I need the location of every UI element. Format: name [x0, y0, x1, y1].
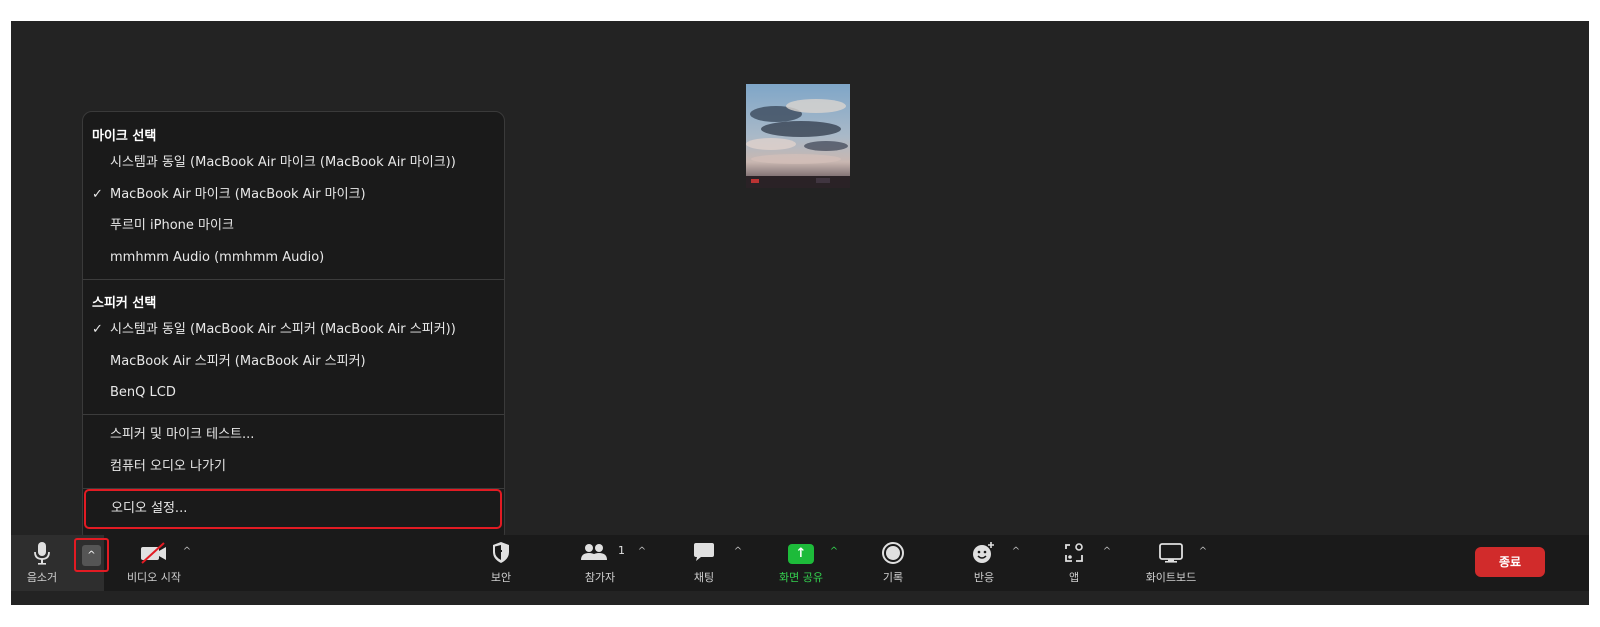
audio-settings-item[interactable]: 오디오 설정... — [84, 489, 502, 529]
menu-item-label: 컴퓨터 오디오 나가기 — [110, 459, 226, 474]
menu-item-label: 푸르미 iPhone 마이크 — [110, 218, 234, 233]
participants-options-caret[interactable]: ^ — [634, 545, 650, 559]
menu-item-label: 시스템과 동일 (MacBook Air 마이크 (MacBook Air 마이… — [110, 155, 456, 170]
menu-item-label: MacBook Air 마이크 (MacBook Air 마이크) — [110, 187, 366, 202]
reactions-label: 반응 — [973, 571, 995, 584]
end-meeting-button[interactable]: 종료 — [1475, 547, 1545, 577]
apps-options-caret[interactable]: ^ — [1099, 545, 1115, 559]
menu-item-label: 스피커 및 마이크 테스트... — [110, 427, 255, 442]
participant-video-thumbnail[interactable] — [746, 84, 850, 188]
apps-button[interactable]: 앱 — [1054, 535, 1094, 591]
start-video-button[interactable]: 비디오 시작 — [116, 535, 196, 591]
menu-item-label: 시스템과 동일 (MacBook Air 스피커 (MacBook Air 스피… — [110, 322, 456, 337]
menu-item-label: MacBook Air 스피커 (MacBook Air 스피커) — [110, 354, 366, 369]
speaker-select-header: 스피커 선택 — [92, 296, 157, 311]
share-screen-icon: ↑ — [788, 544, 814, 568]
participants-label: 참가자 — [584, 571, 616, 584]
mic-option-mmhmm[interactable]: mmhmm Audio (mmhmm Audio) — [83, 244, 504, 272]
mic-option-iphone[interactable]: 푸르미 iPhone 마이크 — [83, 212, 504, 240]
share-options-caret[interactable]: ^ — [826, 545, 842, 559]
whiteboard-icon — [1158, 541, 1184, 565]
mute-label: 음소거 — [26, 571, 58, 584]
apps-icon — [1062, 541, 1086, 565]
video-options-caret[interactable]: ^ — [179, 545, 195, 559]
mic-option-macbook-air[interactable]: ✓ MacBook Air 마이크 (MacBook Air 마이크) — [83, 181, 504, 209]
participants-icon — [580, 541, 620, 565]
video-label: 비디오 시작 — [126, 571, 182, 584]
reactions-options-caret[interactable]: ^ — [1008, 545, 1024, 559]
whiteboard-button[interactable]: 화이트보드 — [1136, 535, 1206, 591]
speaker-option-benq[interactable]: BenQ LCD — [83, 379, 504, 407]
whiteboard-options-caret[interactable]: ^ — [1195, 545, 1211, 559]
chat-button[interactable]: 채팅 — [684, 535, 724, 591]
menu-divider — [83, 279, 504, 280]
share-label: 화면 공유 — [779, 571, 823, 584]
record-icon — [881, 541, 905, 565]
share-screen-button[interactable]: ↑ 화면 공유 — [771, 535, 831, 591]
chat-options-caret[interactable]: ^ — [730, 545, 746, 559]
record-label: 기록 — [882, 571, 904, 584]
chat-icon — [692, 541, 716, 565]
menu-item-label: mmhmm Audio (mmhmm Audio) — [110, 250, 325, 265]
chevron-up-icon: ^ — [82, 545, 101, 566]
menu-item-label: 오디오 설정... — [111, 501, 188, 516]
meeting-toolbar: 음소거 ^ 비디오 시작 ^ 보안 1 참가자 ^ 채팅 ^ ↑ 화면 공유 ^… — [11, 535, 1589, 591]
menu-divider — [83, 414, 504, 415]
security-button[interactable]: 보안 — [481, 535, 521, 591]
participants-button[interactable]: 1 참가자 — [571, 535, 629, 591]
zoom-meeting-window: 마이크 선택 시스템과 동일 (MacBook Air 마이크 (MacBook… — [11, 21, 1589, 605]
whiteboard-label: 화이트보드 — [1145, 571, 1197, 584]
microphone-icon — [32, 541, 52, 565]
record-button[interactable]: 기록 — [873, 535, 913, 591]
share-arrow-glyph: ↑ — [788, 544, 814, 564]
checkmark-icon: ✓ — [92, 322, 103, 337]
mic-select-header: 마이크 선택 — [92, 129, 157, 144]
menu-item-label: BenQ LCD — [110, 385, 176, 400]
test-speaker-mic-item[interactable]: 스피커 및 마이크 테스트... — [83, 421, 504, 449]
video-off-icon — [139, 541, 169, 565]
mic-option-system-default[interactable]: 시스템과 동일 (MacBook Air 마이크 (MacBook Air 마이… — [83, 149, 504, 177]
chat-label: 채팅 — [693, 571, 715, 584]
checkmark-icon: ✓ — [92, 187, 103, 202]
speaker-option-system-default[interactable]: ✓ 시스템과 동일 (MacBook Air 스피커 (MacBook Air … — [83, 316, 504, 344]
security-label: 보안 — [490, 571, 512, 584]
apps-label: 앱 — [1068, 571, 1080, 584]
reactions-icon — [972, 541, 996, 565]
audio-options-caret-button[interactable]: ^ — [74, 538, 109, 572]
reactions-button[interactable]: 반응 — [964, 535, 1004, 591]
participant-count: 1 — [618, 544, 625, 557]
shield-icon — [491, 541, 511, 565]
speaker-option-macbook-air[interactable]: MacBook Air 스피커 (MacBook Air 스피커) — [83, 348, 504, 376]
mute-button[interactable]: 음소거 — [11, 535, 73, 591]
leave-computer-audio-item[interactable]: 컴퓨터 오디오 나가기 — [83, 453, 504, 481]
audio-options-menu: 마이크 선택 시스템과 동일 (MacBook Air 마이크 (MacBook… — [82, 111, 505, 543]
